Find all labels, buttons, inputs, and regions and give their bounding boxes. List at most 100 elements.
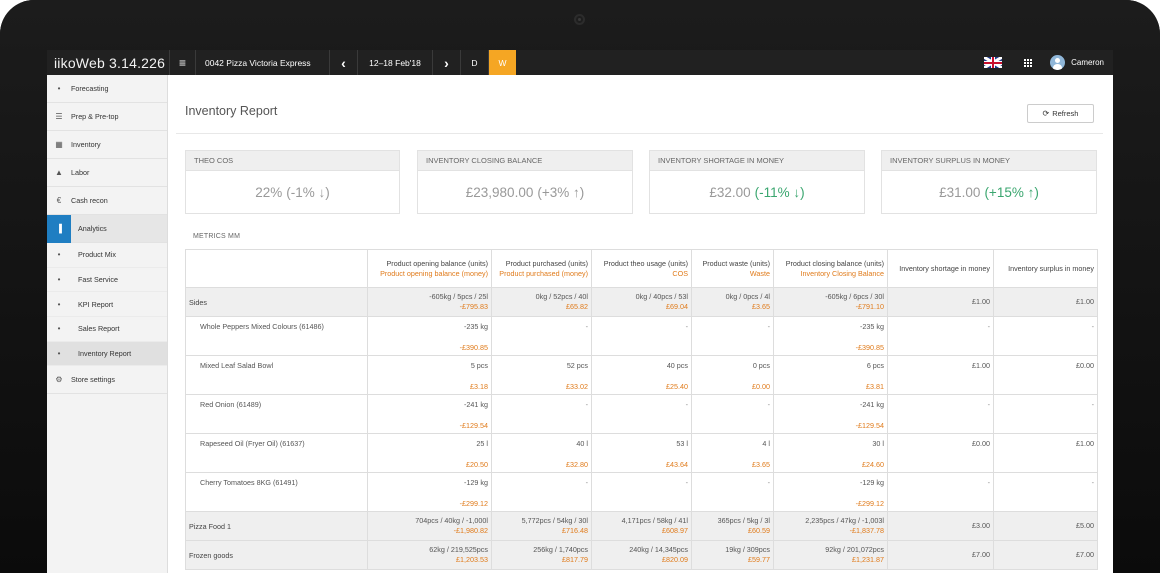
- calculator-icon: ▦: [55, 140, 63, 149]
- sidebar-item-inventory[interactable]: ▦ Inventory: [47, 131, 167, 159]
- column-header-money-label: COS: [672, 268, 688, 278]
- shortage-cell: £1.00: [887, 287, 994, 317]
- value-cell: 40 pcs £25.40: [591, 355, 692, 395]
- shortage-cell: -: [887, 394, 994, 434]
- product-name-cell: Whole Peppers Mixed Colours (61486): [185, 316, 368, 356]
- product-name-cell: Mixed Leaf Salad Bowl: [185, 355, 368, 395]
- money-value: -£390.85: [459, 343, 488, 352]
- product-name-cell: Frozen goods: [185, 540, 368, 570]
- sidebar-item-label: Cash recon: [71, 196, 108, 205]
- date-range[interactable]: 12–18 Feb'18: [357, 50, 432, 75]
- sidebar-subitem-label: Product Mix: [78, 250, 116, 260]
- store-selector[interactable]: 0042 Pizza Victoria Express: [195, 50, 329, 75]
- sidebar-item-label: Inventory: [71, 140, 101, 149]
- user-menu[interactable]: Cameron: [1050, 55, 1104, 70]
- column-header: Inventory surplus in money: [993, 249, 1098, 288]
- refresh-button[interactable]: ⟳ Refresh: [1027, 104, 1094, 123]
- units-value: 0kg / 40pcs / 53l: [635, 292, 688, 301]
- sidebar-item-label: Analytics: [78, 224, 107, 233]
- sidebar-item-analytics[interactable]: ▐ Analytics: [47, 214, 167, 243]
- chevron-right-icon: ›: [444, 54, 449, 71]
- shortage-value: £0.00: [972, 439, 990, 448]
- units-value: 5,772pcs / 54kg / 30l: [521, 516, 588, 525]
- value-cell: 0kg / 0pcs / 4l £3.65: [691, 287, 774, 317]
- money-value: -£795.83: [459, 302, 488, 311]
- table-row: Red Onion (61489) -241 kg -£129.54- - - -241 …: [185, 394, 1098, 434]
- money-value: £3.65: [752, 302, 770, 311]
- shortage-value: -: [987, 322, 990, 331]
- column-header-label: Inventory surplus in money: [1008, 263, 1094, 273]
- table-row: Mixed Leaf Salad Bowl 5 pcs £3.18 52 pcs £33…: [185, 355, 1098, 395]
- units-value: -605kg / 5pcs / 25l: [429, 292, 488, 301]
- value-cell: 704pcs / 40kg / -1,000l -£1,980.82: [367, 511, 492, 541]
- next-period-button[interactable]: ›: [432, 50, 460, 75]
- money-value: £43.64: [666, 460, 688, 469]
- kpi-change: (-11% ↓): [754, 184, 805, 200]
- sidebar-item-cash-recon[interactable]: € Cash recon: [47, 187, 167, 215]
- value-cell: 256kg / 1,740pcs £817.79: [491, 540, 592, 570]
- table-row: Rapeseed Oil (Fryer Oil) (61637) 25 l £20.…: [185, 433, 1098, 473]
- sidebar-subitem-product-mix[interactable]: • Product Mix: [47, 243, 167, 268]
- units-value: 30 l: [872, 439, 884, 448]
- units-value: 4 l: [762, 439, 770, 448]
- value-cell: -: [591, 316, 692, 356]
- value-cell: 240kg / 14,345pcs £820.09: [591, 540, 692, 570]
- money-value: £59.77: [748, 555, 770, 564]
- value-cell: -235 kg -£390.85: [367, 316, 492, 356]
- sidebar-item-store-settings[interactable]: ⚙ Store settings: [47, 366, 167, 395]
- kpi-card-theo-cos: THEO COS 22% (-1% ↓): [185, 150, 400, 214]
- units-value: -129 kg: [860, 478, 884, 487]
- units-value: 0kg / 52pcs / 40l: [535, 292, 588, 301]
- table-group-row: Sides -605kg / 5pcs / 25l -£795.83 0kg / 52…: [185, 287, 1098, 317]
- sidebar-item-labor[interactable]: ▲ Labor: [47, 159, 167, 187]
- kpi-value-row: £31.00 (+15% ↑): [882, 171, 1096, 213]
- surplus-cell: £7.00: [993, 540, 1098, 570]
- sidebar-subitem-sales-report[interactable]: • Sales Report: [47, 317, 167, 342]
- week-view-toggle[interactable]: W: [488, 50, 516, 75]
- chevron-left-icon: ‹: [341, 54, 346, 71]
- surplus-value: £7.00: [1076, 550, 1094, 559]
- surplus-cell: -: [993, 472, 1098, 512]
- sidebar-subitem-inventory-report[interactable]: • Inventory Report: [47, 341, 167, 367]
- app-screen: iikoWeb 3.14.226 ≡ 0042 Pizza Victoria E…: [47, 50, 1113, 573]
- shortage-cell: £0.00: [887, 433, 994, 473]
- units-value: -: [685, 322, 688, 331]
- units-value: 4,171pcs / 58kg / 41l: [621, 516, 688, 525]
- sidebar-subitem-fast-service[interactable]: • Fast Service: [47, 268, 167, 293]
- money-value: £20.50: [466, 460, 488, 469]
- value-cell: 52 pcs £33.02: [491, 355, 592, 395]
- kpi-label: INVENTORY SHORTAGE IN MONEY: [650, 151, 864, 171]
- value-cell: 365pcs / 5kg / 3l £60.59: [691, 511, 774, 541]
- money-value: -£129.54: [855, 421, 884, 430]
- surplus-cell: £5.00: [993, 511, 1098, 541]
- surplus-value: £5.00: [1076, 521, 1094, 530]
- brand-title: iikoWeb 3.14.226: [54, 54, 166, 71]
- surplus-value: -: [1091, 478, 1094, 487]
- sidebar-item-prep[interactable]: ☰ Prep & Pre-top: [47, 103, 167, 131]
- hamburger-menu-button[interactable]: ≡: [169, 50, 195, 75]
- apps-grid-icon[interactable]: [1024, 58, 1033, 67]
- units-value: 62kg / 219,525pcs: [429, 545, 488, 554]
- money-value: £0.00: [752, 382, 770, 391]
- column-header: Product closing balance (units) Inventory…: [773, 249, 888, 288]
- sidebar-subitem-kpi-report[interactable]: • KPI Report: [47, 292, 167, 318]
- surplus-cell: £0.00: [993, 355, 1098, 395]
- units-value: 0 pcs: [752, 361, 770, 370]
- value-cell: 6 pcs £3.81: [773, 355, 888, 395]
- menu-icon: ≡: [178, 55, 186, 70]
- kpi-card-closing-balance: INVENTORY CLOSING BALANCE £23,980.00 (+3…: [417, 150, 633, 214]
- units-value: 40 l: [576, 439, 588, 448]
- bullet-icon: •: [57, 349, 61, 359]
- page-title: Inventory Report: [185, 104, 278, 118]
- money-value: £3.65: [752, 460, 770, 469]
- column-header: Product opening balance (units) Product o…: [367, 249, 492, 288]
- uk-flag-icon[interactable]: [984, 57, 1003, 68]
- day-view-toggle[interactable]: D: [460, 50, 488, 75]
- shortage-cell: -: [887, 472, 994, 512]
- kpi-card-shortage: INVENTORY SHORTAGE IN MONEY £32.00 (-11%…: [649, 150, 865, 214]
- prev-period-button[interactable]: ‹: [329, 50, 357, 75]
- sidebar-item-forecasting[interactable]: • Forecasting: [47, 75, 167, 103]
- value-cell: 4 l £3.65: [691, 433, 774, 473]
- units-value: 19kg / 309pcs: [725, 545, 770, 554]
- main-content: Inventory Report ⟳ Refresh THEO COS 22% …: [176, 83, 1103, 573]
